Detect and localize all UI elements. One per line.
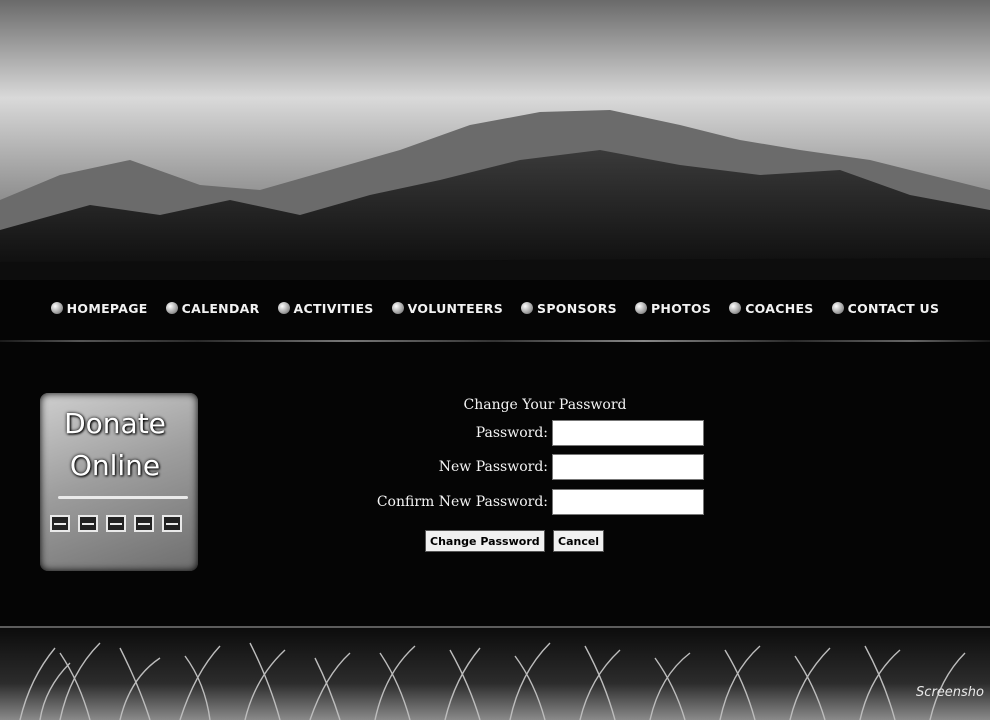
nav-bullet-icon [521, 302, 534, 314]
grass-footer-image [0, 628, 990, 720]
new-password-field[interactable] [552, 454, 704, 480]
nav-bullet-icon [50, 302, 63, 314]
credit-card-icon [134, 515, 154, 532]
credit-card-icon [50, 515, 70, 532]
password-field[interactable] [552, 420, 704, 446]
nav-item-coaches[interactable]: COACHES [729, 301, 813, 316]
form-title: Change Your Password [463, 397, 627, 413]
header-banner [0, 0, 990, 280]
nav-bullet-icon [277, 302, 290, 314]
nav-item-contact-us[interactable]: CONTACT US [831, 300, 940, 316]
nav-bullet-icon [391, 302, 404, 314]
confirm-password-field[interactable] [552, 489, 704, 515]
nav-item-calendar[interactable]: CALENDAR [165, 300, 260, 316]
nav-item-volunteers[interactable]: VOLUNTEERS [391, 300, 504, 316]
donate-underline [58, 496, 188, 499]
credit-card-icon [106, 515, 126, 532]
nav-item-label: ACTIVITIES [293, 300, 374, 316]
nav-item-sponsors[interactable]: SPONSORS [521, 301, 617, 316]
password-label: Password: [475, 425, 548, 441]
donate-subtitle: Online [69, 449, 161, 482]
confirm-password-row: Confirm New Password: [330, 489, 710, 517]
mountain-landscape-image [0, 0, 990, 280]
payment-icons [50, 515, 182, 532]
confirm-password-label: Confirm New Password: [376, 494, 548, 510]
nav-item-label: VOLUNTEERS [407, 300, 504, 316]
donate-online-button[interactable]: Donate Online [40, 393, 198, 571]
nav-item-homepage[interactable]: HOMEPAGE [50, 300, 148, 316]
nav-bullet-icon [165, 302, 178, 314]
nav-item-photos[interactable]: PHOTOS [634, 300, 712, 316]
cancel-button[interactable]: Cancel [553, 530, 605, 552]
new-password-label: New Password: [438, 459, 548, 475]
credit-card-icon [78, 515, 98, 532]
nav-divider [0, 340, 990, 342]
main-nav: HOMEPAGE CALENDAR ACTIVITIES VOLUNTEERS … [0, 288, 990, 328]
grass-icon [19, 642, 966, 720]
donate-title: Donate [64, 407, 166, 440]
nav-item-label: CALENDAR [181, 300, 260, 316]
nav-bullet-icon [729, 302, 742, 314]
nav-bullet-icon [634, 302, 647, 314]
nav-item-label: COACHES [745, 300, 814, 316]
password-row: Password: [330, 420, 710, 448]
nav-item-activities[interactable]: ACTIVITIES [277, 300, 374, 316]
nav-item-label: HOMEPAGE [66, 300, 148, 316]
change-password-button[interactable]: Change Password [425, 530, 545, 552]
nav-item-label: SPONSORS [537, 300, 617, 316]
watermark-text: Screensho [916, 685, 984, 700]
nav-bullet-icon [831, 302, 844, 314]
nav-item-label: PHOTOS [650, 300, 712, 316]
nav-item-label: CONTACT US [847, 300, 940, 316]
new-password-row: New Password: [330, 454, 710, 482]
credit-card-icon [162, 515, 182, 532]
